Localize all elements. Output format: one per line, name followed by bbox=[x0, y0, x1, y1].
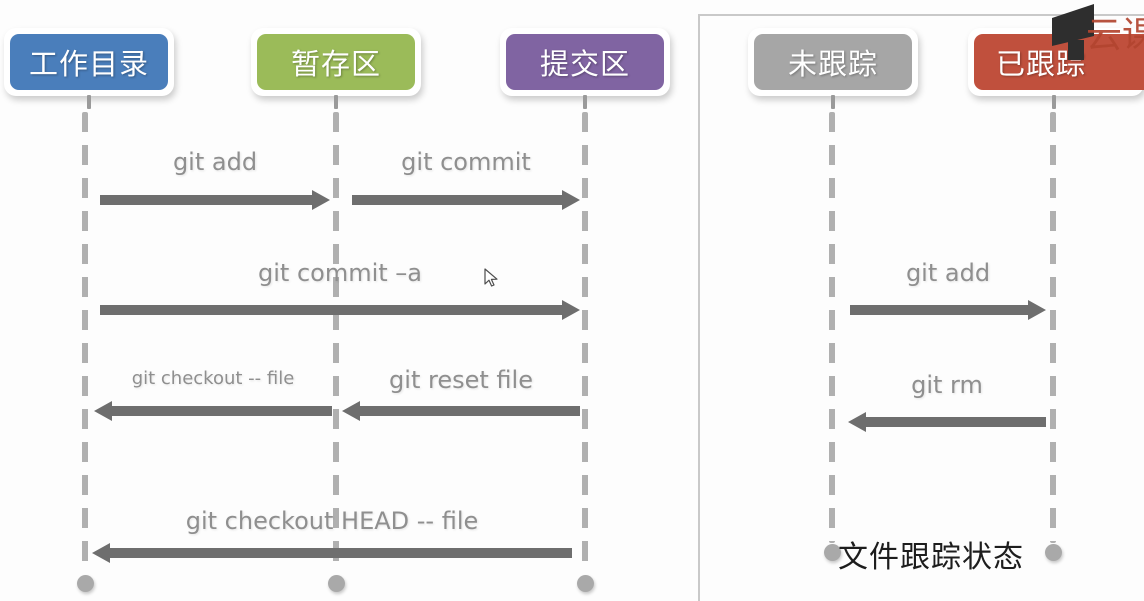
actor-box-untracked[interactable]: 未跟踪 bbox=[748, 28, 918, 109]
actor-label-untracked: 未跟踪 bbox=[754, 34, 912, 90]
panel-caption-file-tracking-status: 文件跟踪状态 bbox=[838, 540, 1024, 575]
actor-stem-untracked bbox=[831, 95, 835, 109]
actor-stem-tracked bbox=[1052, 95, 1056, 109]
actor-label-tracked: 已跟踪 bbox=[974, 34, 1144, 90]
diagram-canvas: 工作目录 暂存区 提交区 git add git commit git comm… bbox=[0, 0, 1144, 601]
actor-box-tracked[interactable]: 已跟踪 bbox=[968, 28, 1144, 109]
file-tracking-panel: 未跟踪 已跟踪 git add git rm 文件跟踪状态 bbox=[0, 0, 1144, 601]
lifeline-untracked bbox=[829, 112, 835, 543]
message-arrow-git-add-right bbox=[850, 300, 1046, 322]
message-arrow-git-rm bbox=[848, 412, 1046, 434]
lifeline-end-tracked bbox=[1045, 544, 1062, 561]
lifeline-tracked bbox=[1050, 112, 1056, 543]
message-label-git-add-right: git add bbox=[905, 259, 991, 287]
message-label-git-rm: git rm bbox=[911, 371, 983, 399]
